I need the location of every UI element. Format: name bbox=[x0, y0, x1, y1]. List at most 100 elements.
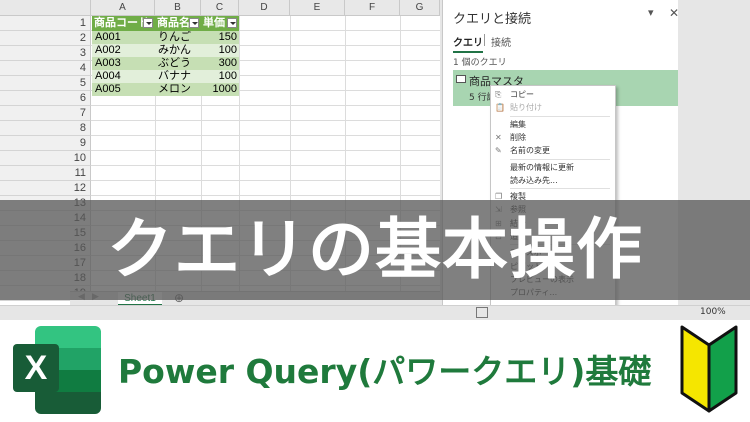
table-cell[interactable]: 1000 bbox=[201, 83, 239, 96]
table-cell[interactable]: バナナ bbox=[155, 70, 201, 83]
table-cell[interactable]: ぶどう bbox=[155, 57, 201, 70]
table-cell[interactable]: 150 bbox=[201, 31, 239, 44]
grid-row bbox=[91, 106, 440, 121]
menu-item-label: 削除 bbox=[510, 132, 526, 142]
grid-row bbox=[91, 151, 440, 166]
table-cell[interactable]: 100 bbox=[201, 70, 239, 83]
delete-icon: ✕ bbox=[495, 132, 502, 142]
row-number: 4 bbox=[79, 62, 86, 74]
row-number: 10 bbox=[73, 152, 86, 164]
beginner-mark-icon bbox=[680, 325, 738, 413]
copy-icon: ⎘ bbox=[495, 90, 502, 99]
menu-item[interactable]: 編集 bbox=[491, 118, 615, 131]
header-label: 単価 bbox=[203, 17, 225, 29]
row-number: 6 bbox=[79, 92, 86, 104]
column-header[interactable]: E bbox=[290, 0, 345, 16]
banner-title: クエリの基本操作 bbox=[107, 211, 643, 288]
row-header[interactable]: 3 bbox=[0, 46, 91, 61]
normal-view-icon[interactable] bbox=[476, 307, 488, 318]
row-header[interactable]: 1 bbox=[0, 16, 91, 31]
menu-item-label: 編集 bbox=[510, 119, 526, 129]
table-cell[interactable]: A005 bbox=[92, 83, 155, 96]
table-cell[interactable]: メロン bbox=[155, 83, 201, 96]
table-cell[interactable]: A001 bbox=[92, 31, 155, 44]
row-number: 11 bbox=[74, 167, 86, 179]
footer: X Power Query(パワークエリ)基礎 bbox=[0, 320, 750, 422]
row-header[interactable]: 12 bbox=[0, 181, 91, 196]
table-cell[interactable]: A004 bbox=[92, 70, 155, 83]
menu-divider bbox=[510, 115, 610, 117]
row-header[interactable]: 7 bbox=[0, 106, 91, 121]
column-header[interactable]: G bbox=[400, 0, 440, 16]
table-header[interactable]: 商品名 bbox=[155, 16, 201, 31]
tab-queries[interactable]: クエリ bbox=[453, 34, 483, 53]
filter-dropdown-icon[interactable] bbox=[143, 18, 153, 28]
row-number: 1 bbox=[79, 17, 86, 29]
row-header[interactable]: 11 bbox=[0, 166, 91, 181]
excel-logo-icon: X bbox=[13, 324, 103, 416]
rename-icon: ✎ bbox=[495, 146, 502, 156]
table-cell[interactable]: 300 bbox=[201, 57, 239, 70]
menu-item-label: コピー bbox=[510, 90, 534, 99]
row-number: 3 bbox=[79, 47, 86, 59]
menu-divider bbox=[510, 158, 610, 160]
table-cell[interactable]: みかん bbox=[155, 44, 201, 57]
menu-item[interactable]: 最新の情報に更新 bbox=[491, 161, 615, 174]
paste-icon: 📋 bbox=[495, 103, 505, 113]
menu-item[interactable]: ✎ 名前の変更 bbox=[491, 144, 615, 157]
menu-item[interactable]: 読み込み先... bbox=[491, 174, 615, 187]
row-header[interactable]: 8 bbox=[0, 121, 91, 136]
menu-item-label: 貼り付け bbox=[510, 103, 542, 113]
query-count: 1 個のクエリ bbox=[453, 58, 507, 68]
menu-item-label: 名前の変更 bbox=[510, 146, 550, 156]
menu-divider bbox=[510, 188, 610, 190]
excel-x-letter: X bbox=[13, 344, 59, 392]
column-header[interactable]: D bbox=[239, 0, 290, 16]
menu-item[interactable]: 📋 貼り付け bbox=[491, 101, 615, 114]
table-cell[interactable]: A003 bbox=[92, 57, 155, 70]
grid-row bbox=[91, 136, 440, 151]
header-label: 商品名 bbox=[157, 17, 190, 29]
row-header[interactable]: 2 bbox=[0, 31, 91, 46]
menu-item-label: 読み込み先... bbox=[510, 175, 558, 185]
zoom-level: 100% bbox=[700, 307, 726, 317]
filter-dropdown-icon[interactable] bbox=[227, 18, 237, 28]
menu-item[interactable]: ⎘ コピー bbox=[491, 88, 615, 101]
menu-item[interactable]: ✕ 削除 bbox=[491, 131, 615, 144]
row-number: 12 bbox=[73, 182, 86, 194]
row-header[interactable]: 5 bbox=[0, 76, 91, 91]
query-table[interactable]: 商品コード 商品名 単価 A001 りんご 150 A002 みかん 100 A003 ぶどう 300… bbox=[92, 16, 239, 96]
row-header[interactable]: 4 bbox=[0, 61, 91, 76]
logo-band bbox=[35, 392, 101, 414]
pane-title: クエリと接続 bbox=[453, 12, 532, 27]
row-header[interactable]: 6 bbox=[0, 91, 91, 106]
tab-connections[interactable]: 接続 bbox=[491, 34, 511, 49]
row-number: 8 bbox=[79, 122, 86, 134]
header-label: 商品コード bbox=[94, 17, 149, 29]
row-number: 9 bbox=[79, 137, 86, 149]
grid-row bbox=[91, 181, 440, 196]
table-header[interactable]: 商品コード bbox=[92, 16, 155, 31]
table-cell[interactable]: 100 bbox=[201, 44, 239, 57]
row-header[interactable]: 10 bbox=[0, 151, 91, 166]
column-header[interactable]: F bbox=[345, 0, 400, 16]
grid-row bbox=[91, 166, 440, 181]
row-number: 2 bbox=[79, 32, 86, 44]
column-header[interactable]: C bbox=[201, 0, 239, 16]
filter-dropdown-icon[interactable] bbox=[189, 18, 199, 28]
status-bar: 100% bbox=[0, 305, 750, 320]
grid-row bbox=[91, 121, 440, 136]
column-header[interactable]: A bbox=[91, 0, 155, 16]
table-cell[interactable]: りんご bbox=[155, 31, 201, 44]
tab-divider bbox=[484, 34, 485, 46]
table-header[interactable]: 単価 bbox=[201, 16, 239, 31]
select-all-corner[interactable] bbox=[0, 0, 91, 16]
table-cell[interactable]: A002 bbox=[92, 44, 155, 57]
row-number: 7 bbox=[79, 107, 86, 119]
pane-options-icon[interactable]: ▾ bbox=[648, 6, 654, 19]
footer-title: Power Query(パワークエリ)基礎 bbox=[118, 352, 652, 391]
column-header[interactable]: B bbox=[155, 0, 201, 16]
row-header[interactable]: 9 bbox=[0, 136, 91, 151]
title-banner: クエリの基本操作 bbox=[0, 200, 750, 300]
row-number: 5 bbox=[79, 77, 86, 89]
